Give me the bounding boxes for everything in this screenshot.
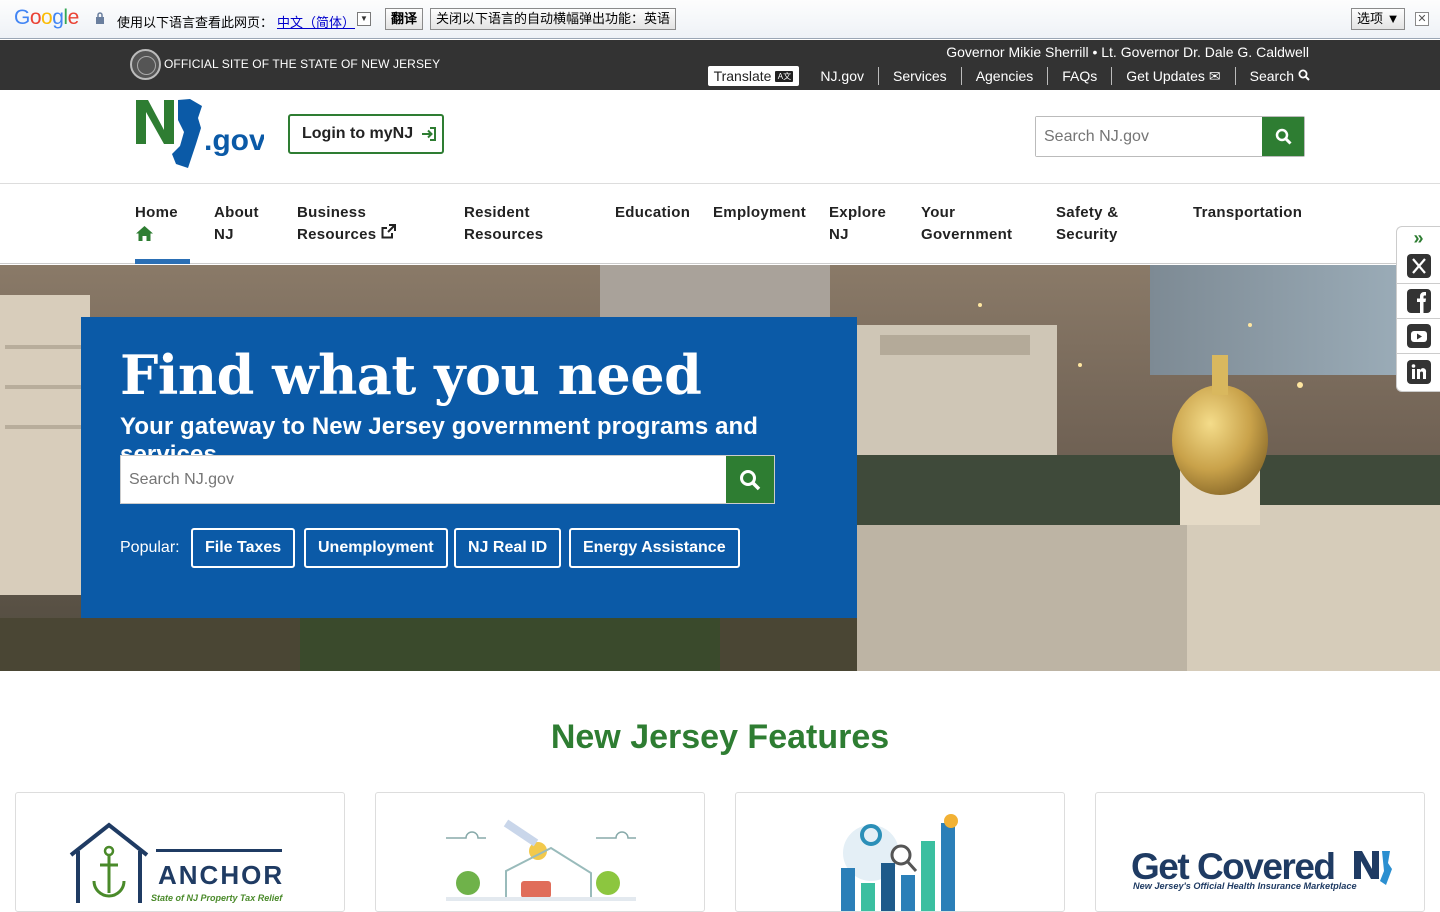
state-seal-icon: [130, 49, 161, 80]
linkedin-icon[interactable]: [1397, 354, 1440, 389]
hero-title: Find what you need: [120, 343, 702, 407]
site-header: .gov Login to myNJ: [0, 90, 1440, 184]
language-select[interactable]: 中文（简体）: [277, 12, 355, 31]
nav-your-government[interactable]: Your Government: [921, 202, 1012, 246]
hero-section: Find what you need Your gateway to New J…: [0, 265, 1440, 671]
nav-resident-resources[interactable]: Resident Resources: [464, 202, 543, 246]
header-search-input[interactable]: [1036, 117, 1262, 156]
disable-banner-button[interactable]: 关闭以下语言的自动横幅弹出功能：英语: [430, 8, 677, 30]
translate-site-button[interactable]: Translate A文: [707, 66, 800, 86]
feature-card-get-covered[interactable]: Get Covered New Jersey's Official Health…: [1095, 792, 1425, 912]
translate-bar: Google 使用以下语言查看此网页： 中文（简体） ▼ 翻译 关闭以下语言的自…: [0, 0, 1440, 39]
util-link-services[interactable]: Services: [878, 67, 961, 85]
feature-card-housing[interactable]: [375, 792, 705, 912]
feature-card-anchor[interactable]: ANCHOR State of NJ Property Tax Relief: [15, 792, 345, 912]
home-icon: [136, 226, 153, 241]
svg-text:.gov: .gov: [204, 124, 264, 157]
official-site-text: OFFICIAL SITE OF THE STATE OF NEW JERSEY: [164, 57, 441, 71]
search-icon: [740, 469, 761, 490]
collapse-chevron-icon[interactable]: »: [1397, 227, 1440, 249]
feature-card-data[interactable]: [735, 792, 1065, 912]
header-search-button[interactable]: [1262, 117, 1304, 156]
youtube-icon[interactable]: [1397, 319, 1440, 354]
nav-business-resources[interactable]: Business Resources: [297, 202, 396, 246]
search-icon: [1275, 128, 1292, 145]
nav-about-nj[interactable]: About NJ: [214, 202, 259, 246]
sign-in-icon: [422, 127, 437, 141]
popular-nj-real-id[interactable]: NJ Real ID: [454, 528, 562, 568]
util-link-faqs[interactable]: FAQs: [1047, 67, 1111, 85]
nav-home[interactable]: Home: [135, 202, 190, 264]
close-icon[interactable]: ✕: [1415, 12, 1429, 26]
google-logo: Google: [14, 6, 79, 29]
housing-illustration: [446, 819, 636, 901]
utility-nav: Translate A文 NJ.gov Services Agencies FA…: [707, 66, 1310, 86]
x-twitter-icon[interactable]: [1397, 249, 1440, 284]
hero-search: [120, 455, 775, 504]
popular-unemployment[interactable]: Unemployment: [304, 528, 448, 568]
util-link-search[interactable]: Search: [1234, 67, 1310, 85]
official-strip: OFFICIAL SITE OF THE STATE OF NEW JERSEY…: [0, 40, 1440, 90]
popular-label: Popular:: [120, 539, 180, 556]
nj-gov-logo[interactable]: .gov: [134, 98, 264, 170]
envelope-icon: ✉: [1208, 68, 1221, 84]
features-heading: New Jersey Features: [550, 718, 890, 756]
translate-icon: A文: [775, 70, 794, 82]
options-button[interactable]: 选项 ▼: [1351, 8, 1406, 30]
popular-energy-assistance[interactable]: Energy Assistance: [569, 528, 740, 568]
header-search: [1035, 116, 1305, 157]
main-nav: Home About NJ Business Resources Resident…: [0, 185, 1440, 264]
translate-button[interactable]: 翻译: [385, 8, 424, 30]
util-link-agencies[interactable]: Agencies: [960, 67, 1048, 85]
external-link-icon: [381, 224, 396, 239]
nav-education[interactable]: Education: [615, 202, 690, 224]
nav-explore-nj[interactable]: Explore NJ: [829, 202, 886, 246]
nav-transportation[interactable]: Transportation: [1193, 202, 1302, 224]
hero-search-panel: Find what you need Your gateway to New J…: [81, 317, 857, 618]
social-share-rail: »: [1396, 226, 1440, 392]
util-link-njgov[interactable]: NJ.gov: [820, 67, 878, 85]
governor-line: Governor Mikie Sherrill • Lt. Governor D…: [946, 44, 1309, 60]
util-link-updates[interactable]: Get Updates ✉: [1111, 67, 1234, 85]
nav-employment[interactable]: Employment: [713, 202, 806, 224]
nav-safety-security[interactable]: Safety & Security: [1056, 202, 1118, 246]
hero-search-button[interactable]: [726, 456, 774, 503]
lock-icon: [96, 12, 104, 24]
language-dropdown-icon[interactable]: ▼: [357, 12, 371, 26]
popular-file-taxes[interactable]: File Taxes: [191, 528, 296, 568]
data-illustration: [841, 814, 958, 911]
facebook-icon[interactable]: [1397, 284, 1440, 319]
svg-text:New Jersey's Official Health I: New Jersey's Official Health Insurance M…: [1133, 881, 1357, 891]
anchor-logo: ANCHOR State of NJ Property Tax Relief: [69, 822, 284, 903]
get-covered-logo: Get Covered New Jersey's Official Health…: [1131, 846, 1392, 891]
svg-text:State of NJ Property Tax Relie: State of NJ Property Tax Relief: [151, 893, 283, 903]
search-icon: [1298, 69, 1310, 81]
svg-text:ANCHOR: ANCHOR: [158, 860, 284, 890]
hero-search-input[interactable]: [121, 456, 726, 503]
login-mynj-button[interactable]: Login to myNJ: [288, 114, 444, 154]
translate-prompt: 使用以下语言查看此网页：: [117, 15, 274, 30]
